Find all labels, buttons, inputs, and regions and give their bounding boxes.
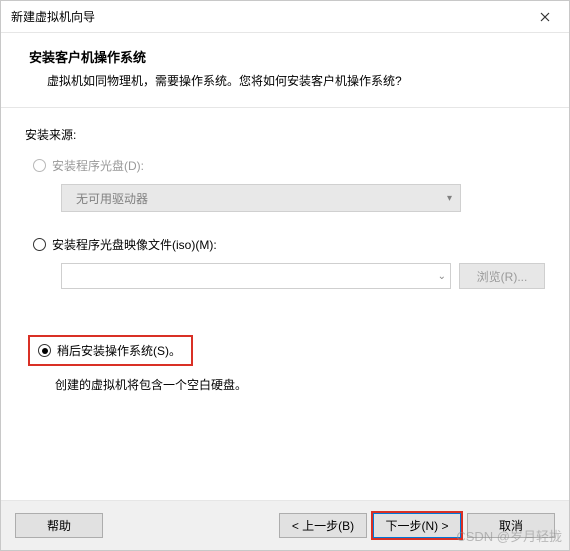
- option-later-highlight: 稍后安装操作系统(S)。: [28, 335, 193, 366]
- chevron-down-icon: ▾: [447, 193, 452, 204]
- dropdown-value: 无可用驱动器: [76, 190, 148, 207]
- wizard-window: 新建虚拟机向导 安装客户机操作系统 虚拟机如同物理机，需要操作系统。您将如何安装…: [0, 0, 570, 551]
- radio-iso[interactable]: [33, 238, 46, 251]
- nav-buttons: < 上一步(B) 下一步(N) > 取消: [279, 513, 555, 538]
- chevron-down-icon: ⌄: [438, 271, 446, 282]
- header-title: 安装客户机操作系统: [29, 47, 545, 66]
- wizard-header: 安装客户机操作系统 虚拟机如同物理机，需要操作系统。您将如何安装客户机操作系统?: [1, 33, 569, 108]
- drive-dropdown: 无可用驱动器 ▾: [61, 184, 461, 212]
- window-title: 新建虚拟机向导: [11, 8, 95, 25]
- radio-later[interactable]: [38, 344, 51, 357]
- browse-button: 浏览(R)...: [459, 263, 545, 289]
- option-later-label: 稍后安装操作系统(S)。: [57, 342, 181, 359]
- iso-row: ⌄ 浏览(R)...: [61, 263, 545, 289]
- cancel-button[interactable]: 取消: [467, 513, 555, 538]
- titlebar: 新建虚拟机向导: [1, 1, 569, 33]
- later-hint: 创建的虚拟机将包含一个空白硬盘。: [55, 376, 545, 393]
- close-button[interactable]: [525, 3, 565, 31]
- wizard-footer: 帮助 < 上一步(B) 下一步(N) > 取消: [1, 500, 569, 550]
- option-iso[interactable]: 安装程序光盘映像文件(iso)(M):: [33, 236, 545, 253]
- wizard-content: 安装来源: 安装程序光盘(D): 无可用驱动器 ▾ 安装程序光盘映像文件(iso…: [1, 108, 569, 500]
- option-later[interactable]: 稍后安装操作系统(S)。: [38, 342, 181, 359]
- option-disc[interactable]: 安装程序光盘(D):: [33, 157, 545, 174]
- back-button[interactable]: < 上一步(B): [279, 513, 367, 538]
- close-icon: [540, 12, 550, 22]
- radio-disc[interactable]: [33, 159, 46, 172]
- next-button[interactable]: 下一步(N) >: [373, 513, 461, 538]
- source-label: 安装来源:: [25, 126, 545, 143]
- header-subtitle: 虚拟机如同物理机，需要操作系统。您将如何安装客户机操作系统?: [29, 72, 545, 89]
- option-iso-label: 安装程序光盘映像文件(iso)(M):: [52, 236, 217, 253]
- iso-path-input[interactable]: ⌄: [61, 263, 451, 289]
- option-disc-label: 安装程序光盘(D):: [52, 157, 144, 174]
- help-button[interactable]: 帮助: [15, 513, 103, 538]
